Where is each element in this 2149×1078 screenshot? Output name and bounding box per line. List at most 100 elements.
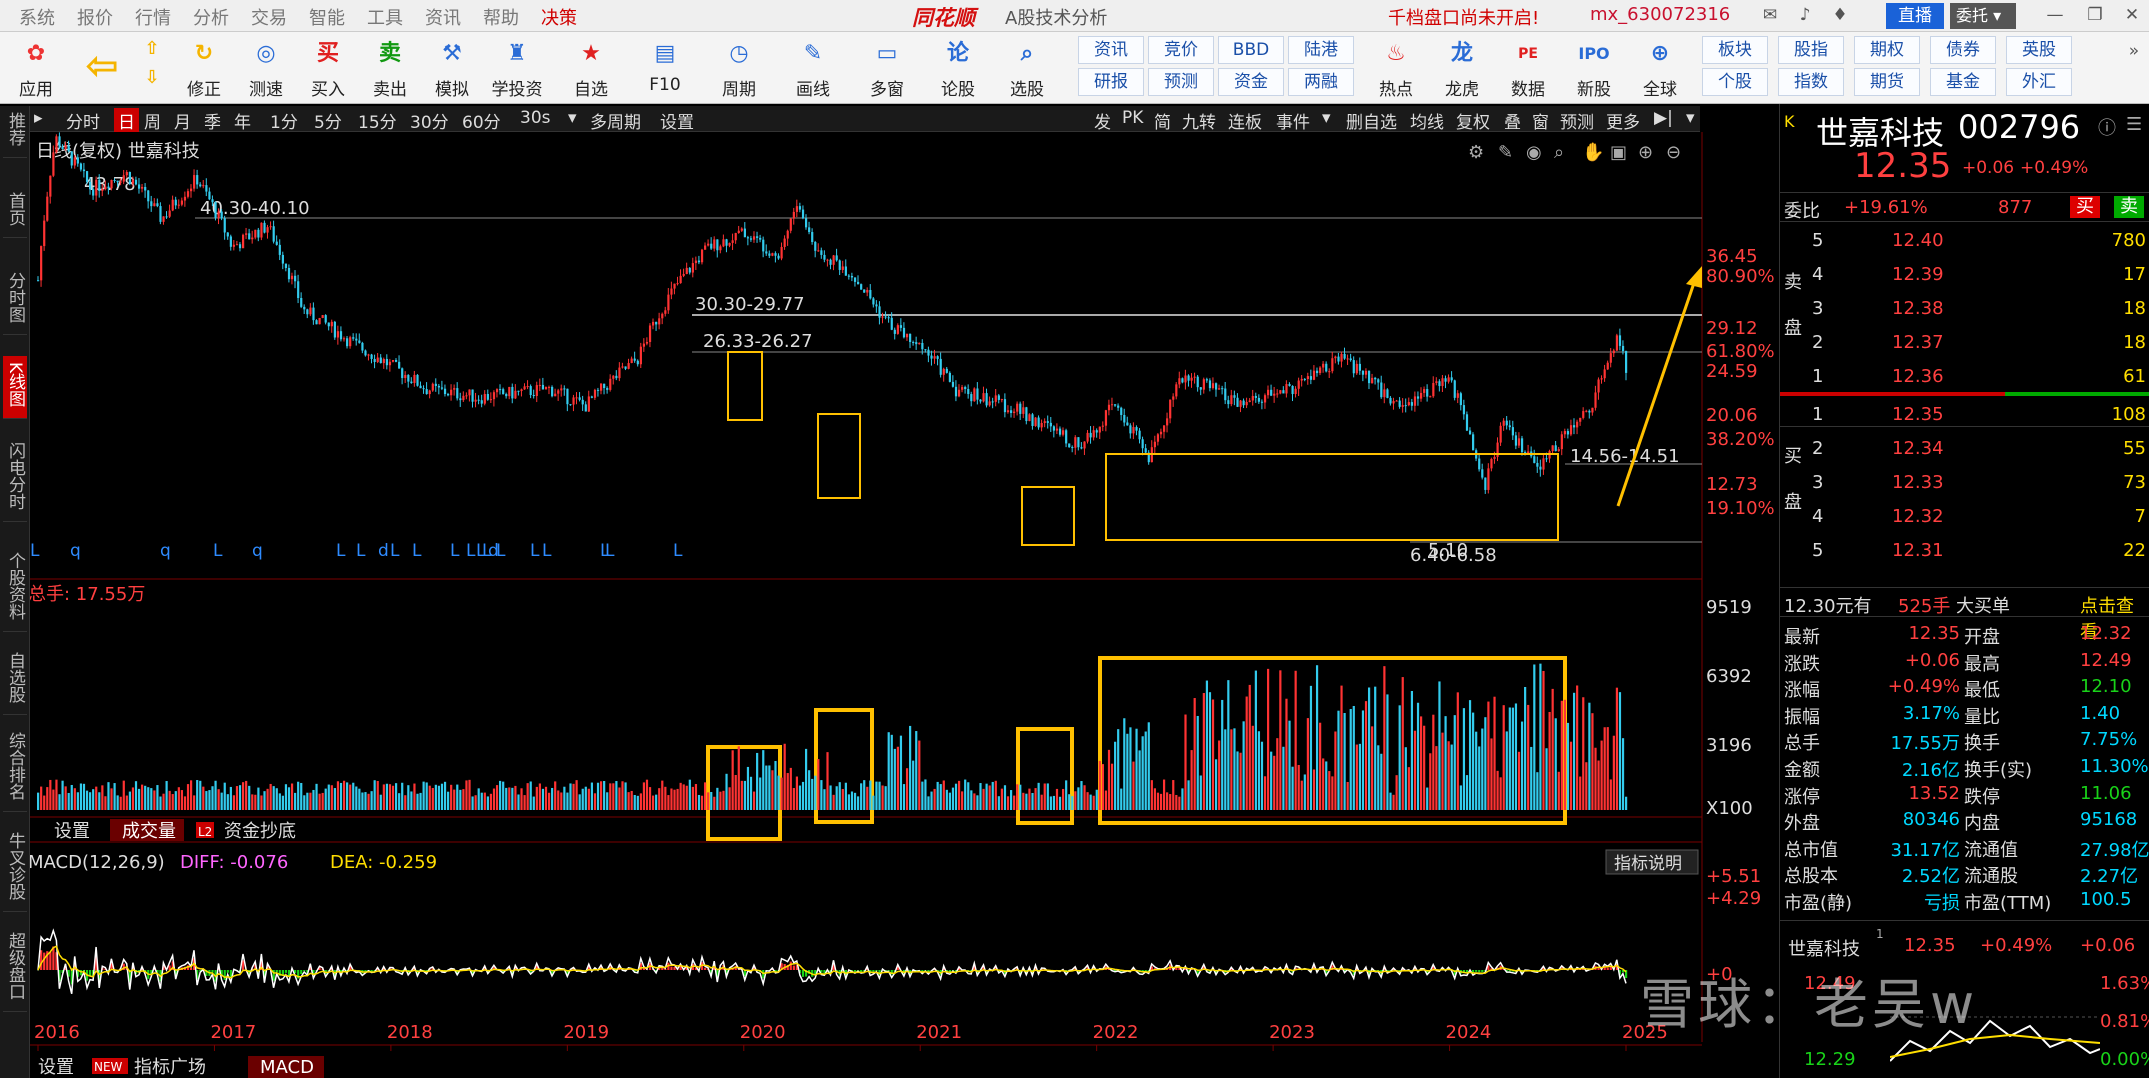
menu-analysis[interactable]: 分析 [182, 4, 240, 30]
level2-notice[interactable]: 千档盘口尚未开启! [1388, 4, 1539, 30]
hand-icon[interactable]: ✋ [1582, 141, 1604, 163]
volume-tab[interactable]: 成交量 [122, 821, 176, 842]
order-level[interactable]: 3 12.38 18 [1780, 296, 2149, 323]
period-timeshare[interactable]: 分时 [66, 108, 100, 133]
stock-picker-button[interactable]: ⌕ 选股 [992, 36, 1062, 100]
futures-button[interactable]: 期货 [1854, 68, 1920, 96]
entrust-button[interactable]: 委托 ▾ [1950, 3, 2016, 29]
expand-icon[interactable]: » [2124, 42, 2144, 60]
chart-settings-button[interactable]: 设置 [660, 108, 694, 133]
collapse-icon[interactable]: ▾ [1686, 108, 1695, 128]
indicator-square-tab[interactable]: 指标广场 [134, 1057, 206, 1078]
quick-buy-button[interactable]: 买 [2070, 196, 2100, 218]
f10-button[interactable]: ▤ F10 [630, 36, 700, 100]
ipo-button[interactable]: IPO 新股 [1562, 36, 1626, 100]
pen-icon[interactable]: ✎ [1498, 142, 1513, 163]
apps-button[interactable]: ✿ 应用 [4, 36, 68, 100]
tab-kline[interactable]: K线图 [3, 356, 27, 420]
period-1min[interactable]: 1分 [270, 108, 298, 133]
quick-sell-button[interactable]: 卖 [2114, 196, 2144, 218]
live-button[interactable]: 直播 [1886, 3, 1944, 29]
order-level[interactable]: 1 12.35 108 [1780, 402, 2149, 429]
tab-timeshare[interactable]: 分时图 [3, 266, 27, 335]
more-button[interactable]: 更多 [1606, 108, 1640, 133]
simple-button[interactable]: 简 [1154, 108, 1171, 133]
tab-super-board[interactable]: 超级盘口 [3, 926, 27, 1012]
pk-button[interactable]: PK [1122, 108, 1143, 128]
period-quarter[interactable]: 季 [204, 108, 221, 133]
sell-button[interactable]: 卖卖出 [358, 36, 422, 100]
restore-icon[interactable]: ❐ [2085, 6, 2105, 24]
fund-flow-button[interactable]: 资金 [1218, 68, 1284, 96]
menu-system[interactable]: 系统 [8, 4, 66, 30]
info-icon[interactable]: ⓘ [2098, 114, 2116, 140]
menu-market[interactable]: 行情 [124, 4, 182, 30]
remove-watch-button[interactable]: 删自选 [1346, 108, 1397, 133]
zoom-out-icon[interactable]: ⊖ [1666, 142, 1681, 163]
tab-flash-timeshare[interactable]: 闪电分时 [3, 436, 27, 522]
order-level[interactable]: 5 12.31 22 [1780, 538, 2149, 565]
dragon-tiger-button[interactable]: 龙龙虎 [1430, 36, 1494, 100]
menu-quote[interactable]: 报价 [66, 4, 124, 30]
menu-icon[interactable]: ☰ [2126, 114, 2142, 135]
bell-icon[interactable]: ♪ [1795, 6, 1815, 24]
zoom-in-icon[interactable]: ⊕ [1638, 142, 1653, 163]
menu-tools[interactable]: 工具 [356, 4, 414, 30]
period-year[interactable]: 年 [234, 108, 251, 133]
hk-connect-button[interactable]: 陆港 [1288, 36, 1354, 64]
order-level[interactable]: 4 12.32 7 [1780, 504, 2149, 531]
window-button[interactable]: 窗 [1532, 108, 1549, 133]
uk-stocks-button[interactable]: 英股 [2006, 36, 2072, 64]
order-level[interactable]: 3 12.33 73 [1780, 470, 2149, 497]
indicator-help-button[interactable]: 指标说明 [1614, 854, 1682, 874]
period-5min[interactable]: 5分 [314, 108, 342, 133]
single-stock-button[interactable]: 个股 [1702, 68, 1768, 96]
indices-button[interactable]: 指数 [1778, 68, 1844, 96]
ma-button[interactable]: 均线 [1410, 108, 1444, 133]
data-button[interactable]: PE 数据 [1496, 36, 1560, 100]
sector-button[interactable]: 板块 [1702, 36, 1768, 64]
menu-smart[interactable]: 智能 [298, 4, 356, 30]
nine-turn-button[interactable]: 九转 [1182, 108, 1216, 133]
tab-home[interactable]: 首页 [3, 186, 27, 238]
tab-diagnosis[interactable]: 牛叉诊股 [3, 826, 27, 912]
toggle-panel-icon[interactable]: ▶| [1654, 108, 1673, 128]
tool-menu-icon[interactable]: ▸ [34, 108, 43, 128]
period-button[interactable]: ◷ 周期 [704, 36, 774, 100]
period-month[interactable]: 月 [174, 108, 191, 133]
menu-help[interactable]: 帮助 [472, 4, 530, 30]
capital-bottom-tab[interactable]: 资金抄底 [224, 821, 296, 842]
buy-button[interactable]: 买买入 [296, 36, 360, 100]
fix-button[interactable]: ↻ 修正 [172, 36, 236, 100]
back-button[interactable]: ⇦ [72, 36, 132, 100]
index-futures-button[interactable]: 股指 [1778, 36, 1844, 64]
search-icon[interactable]: ⌕ [1554, 142, 1564, 163]
global-button[interactable]: ⊕ 全球 [1628, 36, 1692, 100]
period-day[interactable]: 日 [114, 108, 139, 133]
speedtest-button[interactable]: ◎ 测速 [234, 36, 298, 100]
watchlist-button[interactable]: ★ 自选 [556, 36, 626, 100]
period-15min[interactable]: 15分 [358, 108, 397, 133]
forum-button[interactable]: 论论股 [926, 36, 990, 100]
research-button[interactable]: 研报 [1078, 68, 1144, 96]
limit-up-board-button[interactable]: 连板 [1228, 108, 1262, 133]
period-week[interactable]: 周 [144, 108, 161, 133]
menu-trade[interactable]: 交易 [240, 4, 298, 30]
overlay-button[interactable]: 叠 [1504, 108, 1521, 133]
minimize-icon[interactable]: — [2045, 6, 2065, 24]
predict-button[interactable]: 预测 [1560, 108, 1594, 133]
adjust-button[interactable]: 复权 [1456, 108, 1490, 133]
kline-chart[interactable]: 日线(复权) 世嘉科技 36.45 80.90% 29.12 61.80% 24… [30, 132, 1778, 1078]
close-icon[interactable]: ✕ [2122, 6, 2142, 24]
macd-tab[interactable]: MACD [260, 1057, 314, 1078]
bonds-button[interactable]: 债券 [1930, 36, 1996, 64]
funds-button[interactable]: 基金 [1930, 68, 1996, 96]
margin-button[interactable]: 两融 [1288, 68, 1354, 96]
settings-gear-icon[interactable]: ⚙ [1468, 142, 1484, 163]
shirt-icon[interactable]: ♦ [1830, 6, 1850, 24]
tab-ranking[interactable]: 综合排名 [3, 726, 27, 812]
tab-watchlist[interactable]: 自选股 [3, 646, 27, 715]
order-level[interactable]: 2 12.37 18 [1780, 330, 2149, 357]
order-level[interactable]: 5 12.40 780 [1780, 228, 2149, 255]
learn-button[interactable]: ♜ 学投资 [482, 36, 552, 100]
